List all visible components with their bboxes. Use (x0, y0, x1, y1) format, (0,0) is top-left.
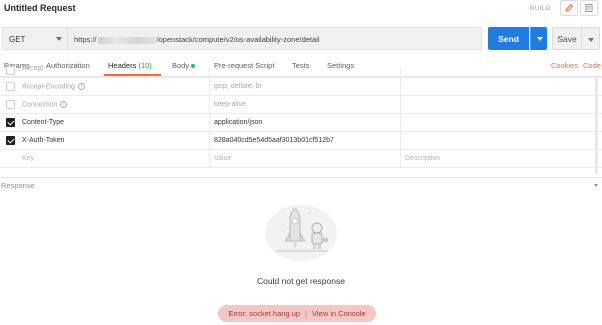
redacted-host (97, 36, 156, 44)
response-bar[interactable]: Response (0, 177, 602, 191)
table-row: X-Auth-Token 828a040cd5e54d5aaf3013b01cf… (0, 132, 602, 150)
header-key-wrap: Connection i (22, 101, 68, 109)
header-value: 828a040cd5e54d5aaf3013b01cf512b7 (214, 137, 334, 144)
method-value: GET (9, 35, 26, 44)
document-icon (585, 4, 593, 12)
header-key: Content-Type (22, 119, 65, 126)
header-key-wrap: Accept-Encoding i (22, 83, 85, 90)
value-placeholder: Value (214, 155, 232, 162)
key-cell[interactable]: X-Auth-Token (18, 132, 210, 149)
value-cell (210, 68, 401, 77)
table-row: Accept (0, 65, 602, 78)
title-bar: Untitled Request BUILD (0, 0, 602, 17)
key-cell[interactable]: Connection i (18, 96, 210, 113)
pencil-icon (565, 3, 574, 12)
send-options-button[interactable] (530, 27, 547, 50)
value-cell[interactable]: keep-alive (210, 96, 401, 113)
response-label: Response (1, 181, 35, 190)
table-row: Connection i keep-alive (0, 96, 602, 114)
description-cell[interactable]: Description (401, 150, 601, 167)
header-value: keep-alive (214, 101, 246, 108)
save-options-button[interactable] (582, 27, 600, 50)
row-checkbox[interactable] (6, 100, 15, 109)
row-checkbox-checked[interactable] (6, 118, 15, 127)
header-value: application/json (214, 119, 263, 126)
description-placeholder: Description (405, 155, 441, 162)
description-cell[interactable] (401, 96, 601, 113)
method-select[interactable]: GET (2, 27, 68, 50)
chevron-down-icon (537, 37, 543, 41)
key-cell: Accept (18, 65, 210, 77)
chevron-down-icon (588, 38, 594, 42)
key-cell[interactable]: Key (18, 150, 210, 167)
header-key: Accept (22, 65, 44, 72)
headers-table: Accept Accept-Encoding i gzip, deflate, b… (0, 65, 602, 176)
row-checkbox[interactable] (6, 82, 15, 91)
edit-button[interactable] (560, 0, 578, 16)
table-row-new: Key Value Description (0, 150, 602, 168)
separator: | (305, 309, 307, 318)
url-path: /openstack/compute/v2/os-availability-zo… (156, 35, 320, 44)
table-row: Accept-Encoding i gzip, deflate, br (0, 78, 602, 96)
view-in-console-link[interactable]: View in Console (312, 309, 366, 318)
value-cell[interactable]: 828a040cd5e54d5aaf3013b01cf512b7 (210, 132, 401, 149)
key-cell[interactable]: Content-Type (18, 114, 210, 131)
description-cell[interactable] (401, 114, 601, 131)
error-banner: Error: socket hang up | View in Console (218, 305, 376, 322)
header-key: X-Auth-Token (22, 137, 65, 144)
documentation-button[interactable] (580, 0, 598, 16)
info-icon: i (77, 83, 85, 90)
key-cell[interactable]: Accept-Encoding i (18, 78, 210, 95)
build-label: BUILD (530, 5, 551, 12)
header-key: Accept-Encoding (22, 83, 75, 91)
value-cell[interactable]: gzip, deflate, br (210, 78, 401, 95)
row-checkbox[interactable] (6, 66, 15, 75)
info-icon: i (60, 101, 68, 108)
value-cell[interactable]: Value (210, 150, 401, 167)
request-title[interactable]: Untitled Request (4, 3, 76, 13)
description-cell (401, 68, 601, 77)
url-input[interactable]: https:// /openstack/compute/v2/os-availab… (68, 27, 482, 50)
url-text: https:// /openstack/compute/v2/os-availab… (74, 35, 320, 44)
no-response-message: Could not get response (257, 276, 345, 286)
description-cell[interactable] (401, 78, 601, 95)
chevron-down-icon (56, 37, 62, 41)
error-text: Error: socket hang up (228, 309, 301, 318)
description-cell[interactable] (401, 132, 601, 149)
key-placeholder: Key (22, 155, 35, 162)
table-row: Content-Type application/json (0, 114, 602, 132)
header-key: Connection (22, 101, 58, 109)
request-url-row: GET https:// /openstack/compute/v2/os-ava… (0, 27, 602, 51)
table-scrollbar[interactable] (595, 78, 598, 174)
chevron-down-icon (594, 184, 598, 187)
url-prefix: https:// (74, 35, 97, 44)
row-checkbox-checked[interactable] (6, 136, 15, 145)
send-button[interactable]: Send (488, 27, 529, 50)
astronaut-rocket-illustration (265, 205, 337, 261)
value-cell[interactable]: application/json (210, 114, 401, 131)
header-value: gzip, deflate, br (214, 83, 262, 90)
save-button[interactable]: Save (552, 27, 582, 50)
